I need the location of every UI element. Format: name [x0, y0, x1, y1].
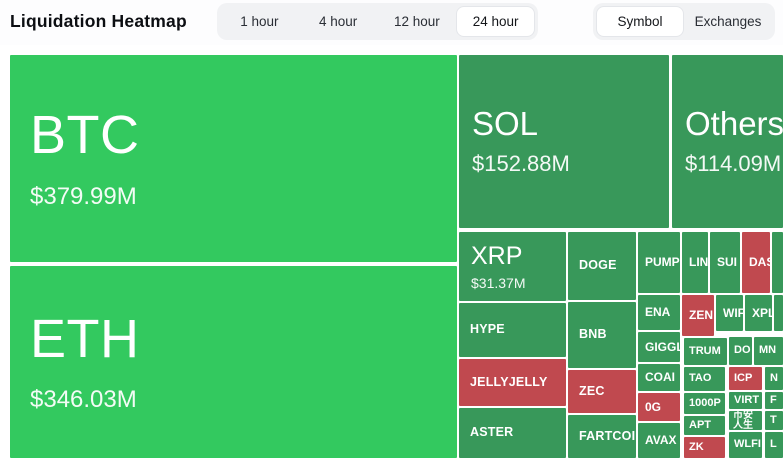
treemap-cell-1000P[interactable]: 1000P: [684, 393, 725, 414]
page-title: Liquidation Heatmap: [10, 11, 187, 32]
cell-symbol: BNB: [579, 328, 607, 342]
treemap-cell-ENA[interactable]: ENA: [638, 295, 680, 330]
treemap-cell-SUI[interactable]: SUI: [710, 232, 740, 293]
treemap-cell-ZEN[interactable]: ZEN: [682, 295, 714, 336]
cell-symbol: DOGE: [579, 259, 617, 273]
cell-symbol: N: [770, 373, 778, 385]
cell-symbol: DO: [734, 345, 751, 357]
treemap-cell-XRP[interactable]: XRP $31.37M: [459, 232, 566, 301]
treemap-cell-WIF[interactable]: WIF: [716, 295, 743, 331]
view-toggle-exchanges[interactable]: Exchanges: [684, 6, 772, 37]
cell-value: $346.03M: [30, 386, 137, 414]
treemap-cell-HYPE[interactable]: HYPE: [459, 303, 566, 357]
cell-symbol: ZK: [689, 442, 704, 454]
treemap-cell-TAO[interactable]: TAO: [684, 367, 725, 391]
treemap-cell-币安人生[interactable]: 币安人生: [729, 411, 762, 430]
cell-symbol: ZEC: [579, 385, 605, 399]
cell-symbol: FARTCOIN: [579, 430, 636, 444]
view-toggle-symbol[interactable]: Symbol: [596, 6, 684, 37]
treemap-cell-N[interactable]: N: [765, 367, 783, 390]
time-range-1hour[interactable]: 1 hour: [220, 6, 299, 37]
cell-symbol: XRP: [471, 243, 522, 270]
treemap-cell-TRUM[interactable]: TRUM: [684, 338, 727, 365]
cell-symbol: 1000P: [689, 398, 721, 410]
cell-symbol: 0G: [645, 401, 661, 414]
cell-symbol: COAI: [645, 371, 675, 384]
cell-symbol: ZEN: [689, 309, 713, 322]
cell-symbol: GIGGL: [645, 341, 680, 354]
treemap-cell-SOL[interactable]: SOL $152.88M: [459, 55, 669, 228]
cell-symbol: L: [770, 439, 777, 451]
cell-symbol: MN: [759, 345, 776, 357]
treemap-cell-JELLYJELLY[interactable]: JELLYJELLY: [459, 359, 566, 406]
cell-symbol: TAO: [689, 373, 711, 385]
cell-symbol: Others: [685, 106, 783, 142]
cell-symbol: ETH: [30, 310, 140, 368]
cell-symbol: T: [770, 415, 777, 427]
treemap-cell-VIRT[interactable]: VIRT: [729, 392, 762, 409]
treemap-cell-ETH[interactable]: ETH $346.03M: [10, 266, 457, 458]
cell-symbol: APT: [689, 420, 711, 432]
cell-symbol: VIRT: [734, 395, 759, 407]
cell-symbol: LINK: [689, 256, 708, 269]
cell-symbol: PUMP: [645, 256, 680, 269]
cell-symbol: 币安人生: [733, 411, 762, 430]
treemap-cell-DOGE[interactable]: DOGE: [568, 232, 636, 300]
page-header: Liquidation Heatmap 1 hour 4 hour 12 hou…: [0, 0, 783, 45]
cell-symbol: JELLYJELLY: [470, 376, 548, 390]
treemap-cell-BNB[interactable]: BNB: [568, 302, 636, 368]
treemap-cell-DAS[interactable]: DAS: [742, 232, 770, 293]
treemap-cell-Others[interactable]: Others $114.09M: [672, 55, 783, 228]
time-range-control: 1 hour 4 hour 12 hour 24 hour: [217, 3, 538, 40]
treemap-cell-BTC[interactable]: BTC $379.99M: [10, 55, 457, 262]
cell-symbol: AVAX: [645, 434, 677, 447]
treemap-cell-L[interactable]: L: [765, 432, 783, 458]
cell-symbol: HYPE: [470, 323, 505, 337]
treemap-cell-0G[interactable]: 0G: [638, 393, 680, 421]
cell-value: $31.37M: [471, 275, 525, 291]
time-range-4hour[interactable]: 4 hour: [299, 6, 378, 37]
treemap-cell-AVAX[interactable]: AVAX: [638, 423, 680, 458]
cell-symbol: F: [770, 395, 777, 407]
treemap-cell-GIGGL[interactable]: GIGGL: [638, 332, 680, 362]
treemap-cell-ZEC[interactable]: ZEC: [568, 370, 636, 413]
treemap-cell-MN[interactable]: MN: [754, 337, 783, 365]
view-toggle-control: Symbol Exchanges: [593, 3, 775, 40]
treemap-cell-F[interactable]: F: [765, 392, 783, 409]
treemap-cell-LINK[interactable]: LINK: [682, 232, 708, 293]
cell-symbol: DAS: [749, 256, 770, 269]
cell-symbol: ENA: [645, 306, 670, 319]
treemap-cell-ASTER[interactable]: ASTER: [459, 408, 566, 458]
cell-symbol: WIF: [723, 307, 743, 320]
cell-value: $114.09M: [685, 151, 781, 177]
cell-symbol: TRUM: [689, 346, 721, 358]
cell-symbol: WLFI: [734, 439, 761, 451]
treemap-cell-ZK[interactable]: ZK: [684, 437, 725, 458]
treemap-cell-PUMP[interactable]: PUMP: [638, 232, 680, 293]
cell-symbol: SUI: [717, 256, 737, 269]
treemap-cell-sliver[interactable]: [772, 232, 783, 293]
cell-value: $379.99M: [30, 183, 137, 211]
cell-symbol: BTC: [30, 106, 140, 164]
liquidation-treemap: BTC $379.99M ETH $346.03M SOL $152.88M Others $…: [10, 55, 783, 458]
cell-symbol: SOL: [472, 106, 538, 142]
treemap-cell-COAI[interactable]: COAI: [638, 364, 680, 391]
cell-symbol: ICP: [734, 373, 752, 385]
treemap-cell-APT[interactable]: APT: [684, 416, 725, 435]
time-range-24hour[interactable]: 24 hour: [456, 6, 535, 37]
treemap-cell-FARTCOIN[interactable]: FARTCOIN: [568, 415, 636, 458]
cell-value: $152.88M: [472, 151, 570, 177]
cell-symbol: XPL: [752, 307, 772, 320]
treemap-cell-DO[interactable]: DO: [729, 337, 752, 365]
treemap-cell-ICP[interactable]: ICP: [729, 367, 762, 390]
treemap-cell-WLFI[interactable]: WLFI: [729, 432, 762, 458]
time-range-12hour[interactable]: 12 hour: [378, 6, 457, 37]
treemap-cell-sliver[interactable]: [774, 295, 783, 331]
treemap-cell-T[interactable]: T: [765, 411, 783, 430]
treemap-cell-XPL[interactable]: XPL: [745, 295, 772, 331]
cell-symbol: ASTER: [470, 426, 513, 440]
